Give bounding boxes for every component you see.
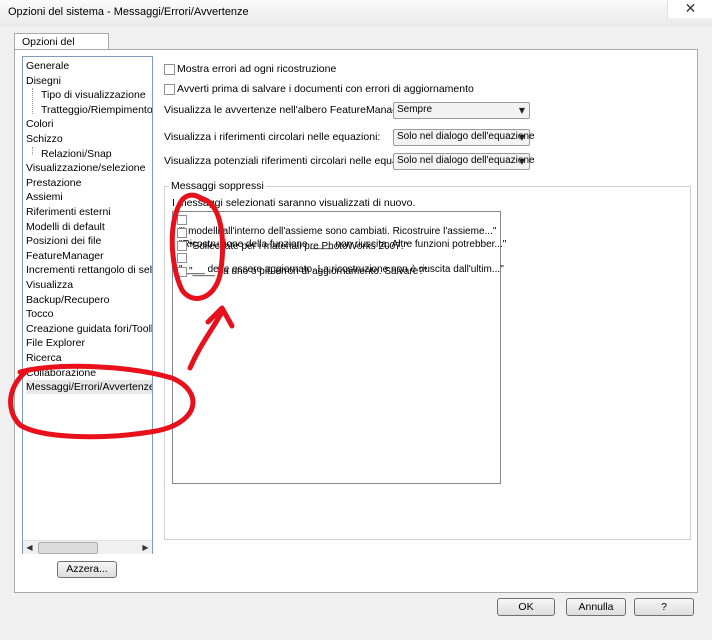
annotation-overlay [8,192,235,440]
annotation-circle-menu-item [8,363,196,440]
annotation-arrow [187,305,235,371]
annotation-circle-checkboxes [169,192,225,301]
